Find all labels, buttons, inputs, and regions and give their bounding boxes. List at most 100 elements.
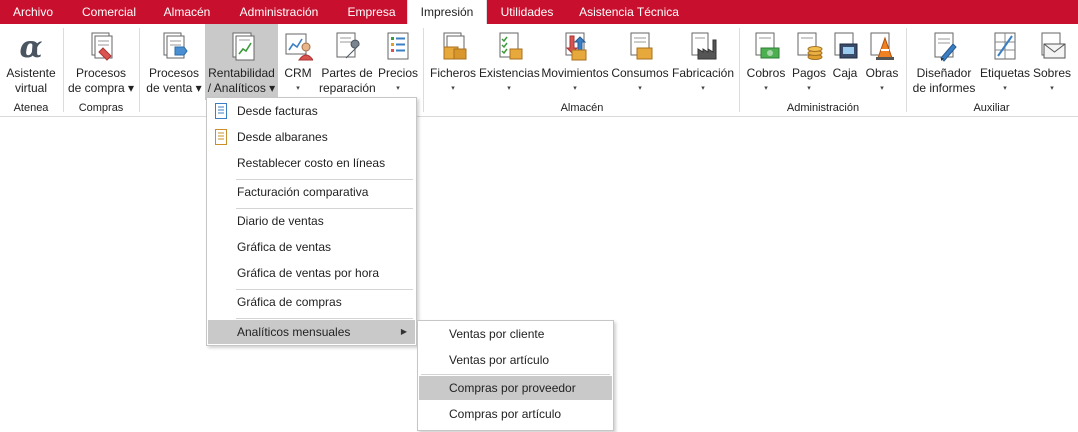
wrench-icon — [336, 32, 360, 59]
precios-button[interactable]: Precios ▾ — [377, 24, 419, 100]
ribbon-label: Partes de — [321, 66, 373, 80]
disenador-informes-button[interactable]: Diseñador de informes — [911, 24, 977, 100]
dropdown-arrow-icon: ▾ — [1050, 85, 1054, 92]
dropdown-arrow-icon: ▾ — [764, 85, 768, 92]
menu-item-diario-ventas[interactable]: Diario de ventas — [208, 209, 415, 233]
tab-archivo[interactable]: Archivo — [0, 0, 66, 24]
partes-reparacion-button[interactable]: Partes de reparación — [319, 24, 376, 100]
ribbon-label: CRM — [284, 66, 312, 80]
menu-item-desde-facturas[interactable]: Desde facturas — [208, 99, 415, 123]
profit-chart-icon — [232, 32, 254, 61]
group-label-auxiliar: Auxiliar — [973, 102, 1010, 114]
submenu-item-ventas-cliente[interactable]: Ventas por cliente — [419, 322, 612, 346]
cash-out-icon — [797, 32, 823, 60]
ribbon-label: Ficheros — [429, 66, 476, 80]
labels-icon — [994, 32, 1016, 60]
group-label-almacen: Almacén — [560, 102, 604, 114]
crm-button[interactable]: CRM ▾ — [280, 24, 316, 100]
group-label-atenea: Atenea — [13, 102, 49, 114]
cobros-button[interactable]: Cobros ▾ — [743, 24, 789, 100]
submenu-item-compras-proveedor[interactable]: Compras por proveedor — [419, 376, 612, 400]
envelope-icon — [1041, 32, 1066, 59]
ribbon-label: reparación — [319, 81, 376, 95]
pagos-button[interactable]: Pagos ▾ — [789, 24, 829, 100]
factory-icon — [691, 32, 717, 60]
tab-impresion[interactable]: Impresión — [407, 0, 487, 25]
ribbon-label: Procesos — [75, 66, 127, 80]
ribbon-label: Etiquetas — [979, 66, 1031, 80]
analiticos-mensuales-submenu: Ventas por cliente Ventas por artículo C… — [417, 320, 614, 431]
crm-icon — [285, 33, 313, 61]
ribbon-label: de informes — [912, 81, 976, 95]
ribbon-label: de compra ▾ — [67, 81, 135, 95]
procesos-compra-button[interactable]: Procesos de compra ▾ — [67, 24, 135, 100]
dropdown-arrow-icon: ▾ — [880, 85, 884, 92]
ribbon-label: Asistente — [6, 66, 56, 80]
obras-button[interactable]: Obras ▾ — [861, 24, 903, 100]
ribbon-label: Consumos — [611, 66, 669, 80]
submenu-item-compras-articulo[interactable]: Compras por artículo — [419, 402, 612, 426]
dropdown-arrow-icon: ▾ — [296, 85, 300, 92]
ribbon-label: Obras — [865, 66, 899, 80]
menu-item-restablecer-costo[interactable]: Restablecer costo en líneas — [208, 151, 415, 175]
etiquetas-button[interactable]: Etiquetas ▾ — [978, 24, 1032, 100]
dropdown-arrow-icon: ▾ — [396, 85, 400, 92]
document-icon — [215, 103, 227, 119]
submenu-item-ventas-articulo[interactable]: Ventas por artículo — [419, 348, 612, 372]
asistente-virtual-button[interactable]: α Asistente virtual — [2, 24, 60, 100]
sales-docs-icon — [163, 32, 188, 59]
dropdown-arrow-icon: ▾ — [701, 85, 705, 92]
procesos-venta-button[interactable]: Procesos de venta ▾ — [145, 24, 203, 100]
ribbon-label: Cobros — [746, 66, 786, 80]
ribbon-label: Precios — [377, 66, 418, 80]
fabricacion-button[interactable]: Fabricación ▾ — [670, 24, 736, 100]
rentabilidad-analiticos-button[interactable]: Rentabilidad / Analíticos ▾ — [205, 24, 278, 100]
menu-separator — [236, 318, 413, 319]
cone-icon — [870, 32, 894, 60]
dropdown-arrow-icon: ▾ — [573, 85, 577, 92]
tab-administracion[interactable]: Administración — [222, 0, 336, 24]
movements-icon — [565, 32, 587, 61]
menu-item-label: Desde facturas — [237, 104, 318, 118]
alpha-icon: α — [19, 30, 42, 62]
consumption-icon — [630, 32, 653, 60]
dropdown-arrow-icon: ▾ — [1003, 85, 1007, 92]
menu-item-facturacion-comparativa[interactable]: Facturación comparativa — [208, 180, 415, 204]
group-separator — [906, 28, 907, 112]
tab-asistencia-tecnica[interactable]: Asistencia Técnica — [567, 0, 691, 24]
movimientos-button[interactable]: Movimientos ▾ — [540, 24, 610, 100]
dropdown-arrow-icon: ▾ — [807, 85, 811, 92]
consumos-button[interactable]: Consumos ▾ — [611, 24, 669, 100]
rentabilidad-dropdown-menu: Desde facturas Desde albaranes Restablec… — [206, 97, 417, 346]
menu-item-desde-albaranes[interactable]: Desde albaranes — [208, 125, 415, 149]
group-label-administracion: Administración — [786, 102, 860, 114]
ribbon-label: Procesos — [148, 66, 200, 80]
ribbon-label: Fabricación — [671, 66, 735, 80]
ribbon: α Asistente virtual Atenea Procesos de com… — [0, 24, 1078, 117]
caja-button[interactable]: Caja — [829, 24, 861, 100]
purchase-docs-icon — [91, 32, 113, 61]
svg-text:α: α — [19, 30, 42, 62]
price-list-icon — [387, 32, 409, 60]
tab-comercial[interactable]: Comercial — [66, 0, 152, 24]
menu-item-grafica-compras[interactable]: Gráfica de compras — [208, 290, 415, 314]
menu-item-grafica-ventas-hora[interactable]: Gráfica de ventas por hora — [208, 261, 415, 285]
existencias-button[interactable]: Existencias ▾ — [479, 24, 540, 100]
ribbon-label: de venta ▾ — [146, 81, 202, 95]
cash-in-icon — [755, 32, 780, 59]
ribbon-label: Sobres — [1032, 66, 1072, 80]
tab-almacen[interactable]: Almacén — [152, 0, 222, 24]
tab-utilidades[interactable]: Utilidades — [487, 0, 567, 24]
dropdown-arrow-icon: ▾ — [507, 85, 511, 92]
group-separator — [139, 28, 140, 112]
group-separator — [423, 28, 424, 112]
menu-item-analiticos-mensuales[interactable]: Analíticos mensuales ▶ — [208, 320, 415, 344]
ficheros-button[interactable]: Ficheros ▾ — [428, 24, 478, 100]
menu-item-label: Analíticos mensuales — [237, 325, 351, 339]
tab-empresa[interactable]: Empresa — [336, 0, 407, 24]
group-label-compras: Compras — [78, 102, 124, 114]
cash-box-icon — [834, 32, 858, 59]
sobres-button[interactable]: Sobres ▾ — [1032, 24, 1072, 100]
menu-item-grafica-ventas[interactable]: Gráfica de ventas — [208, 235, 415, 259]
group-separator — [739, 28, 740, 112]
